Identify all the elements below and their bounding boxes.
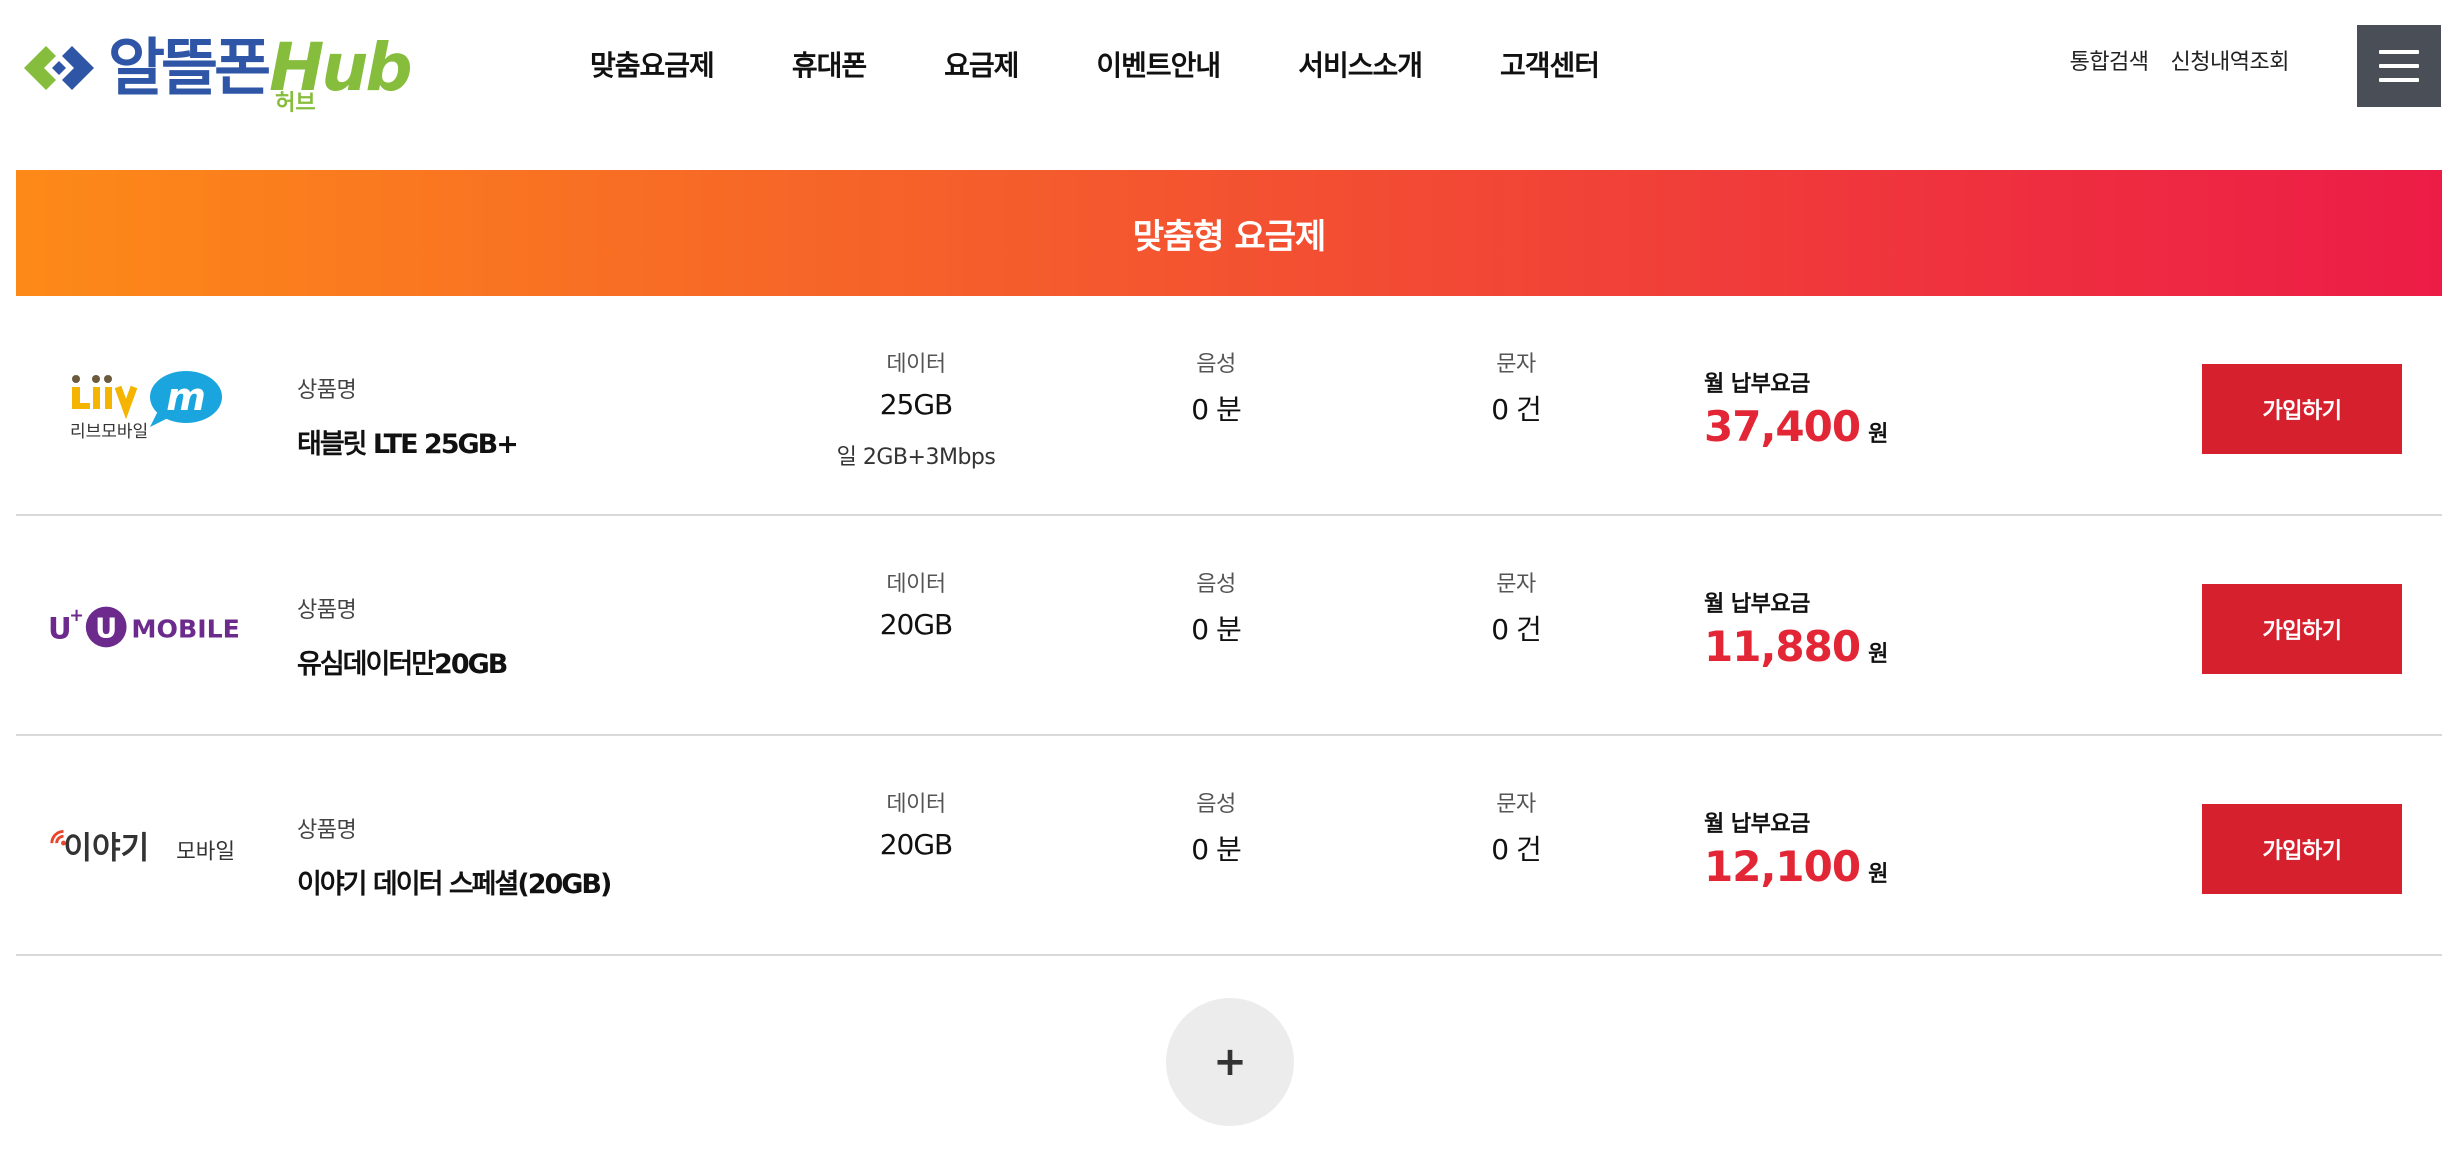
price-label: 월 납부요금 [1704,812,1810,837]
carrier-logo-umobile: U + U MOBILE [46,586,246,666]
logo-sub-text: 허브 [275,91,316,116]
price-value: 37,400 원 [1704,402,1888,451]
hamburger-icon [2379,50,2419,54]
main-nav: 맞춤요금제 휴대폰 요금제 이벤트안내 서비스소개 고객센터 [590,44,1600,84]
hamburger-icon [2379,64,2419,68]
voice-spec: 음성 0 분 [1116,566,1316,648]
svg-text:모바일: 모바일 [176,840,235,865]
plan-row: m 리브모바일 상품명 태블릿 LTE 25GB+ 데이터 25GB 일 2GB… [16,296,2442,516]
voice-spec: 음성 0 분 [1116,786,1316,868]
carrier-logo-liivm: m 리브모바일 [46,366,246,446]
umobile-logo-icon: U + U MOBILE [48,606,240,648]
svg-text:리브모바일: 리브모바일 [70,422,148,441]
product-name[interactable]: 유심데이터만20GB [297,642,508,681]
svg-text:m: m [166,375,206,419]
price-label: 월 납부요금 [1704,372,1810,397]
voice-spec: 음성 0 분 [1116,346,1316,428]
product-label: 상품명 [297,818,357,843]
svg-text:MOBILE: MOBILE [131,615,240,644]
price-label: 월 납부요금 [1704,592,1810,617]
product-name[interactable]: 이야기 데이터 스페셜(20GB) [297,862,612,901]
svg-text:U: U [48,612,72,646]
price-unit: 원 [1868,422,1889,447]
voice-value: 0 분 [1191,833,1241,866]
product-name[interactable]: 태블릿 LTE 25GB+ [297,422,519,461]
sms-spec: 문자 0 건 [1416,786,1616,868]
application-history-link[interactable]: 신청내역조회 [2171,44,2290,76]
data-spec: 데이터 20GB [816,566,1016,641]
product-info: 상품명 이야기 데이터 스페셜(20GB) [297,812,612,901]
price-value: 11,880 원 [1704,622,1888,671]
price-amount: 37,400 [1704,402,1861,451]
iyagi-logo-icon: 이야기 모바일 [50,829,235,867]
sms-label: 문자 [1496,792,1536,817]
carrier-logo-iyagi: 이야기 모바일 [46,806,246,886]
price-amount: 12,100 [1704,842,1861,891]
logo-hub: Hub 허브 [269,35,412,115]
data-spec: 데이터 25GB 일 2GB+3Mbps [816,346,1016,471]
product-label: 상품명 [297,598,357,623]
banner-title: 맞춤형 요금제 [1132,216,1327,257]
join-button[interactable]: 가입하기 [2202,804,2402,894]
voice-label: 음성 [1196,572,1236,597]
section-banner: 맞춤형 요금제 [16,170,2442,296]
utility-links: 통합검색 신청내역조회 [2070,44,2290,76]
nav-item-custom-plan[interactable]: 맞춤요금제 [590,44,715,84]
product-label: 상품명 [297,378,357,403]
data-label: 데이터 [886,352,946,377]
data-value: 25GB [879,388,954,421]
sms-value: 0 건 [1491,613,1541,646]
product-info: 상품명 유심데이터만20GB [297,592,508,681]
data-spec: 데이터 20GB [816,786,1016,861]
nav-item-services[interactable]: 서비스소개 [1298,44,1423,84]
data-value: 20GB [879,828,954,861]
data-value: 20GB [879,608,954,641]
plan-row: U + U MOBILE 상품명 유심데이터만20GB 데이터 20GB 음성 … [16,516,2442,736]
nav-item-phones[interactable]: 휴대폰 [792,44,867,84]
site-header: 알뜰폰 Hub 허브 맞춤요금제 휴대폰 요금제 이벤트안내 서비스소개 고객센… [0,0,2459,130]
join-button[interactable]: 가입하기 [2202,364,2402,454]
sms-label: 문자 [1496,572,1536,597]
nav-item-events[interactable]: 이벤트안내 [1096,44,1221,84]
price-value: 12,100 원 [1704,842,1888,891]
product-info: 상품명 태블릿 LTE 25GB+ [297,372,519,461]
voice-label: 음성 [1196,352,1236,377]
liivm-logo-icon: m 리브모바일 [70,371,222,441]
join-button[interactable]: 가입하기 [2202,584,2402,674]
svg-text:U: U [95,614,117,645]
monthly-price: 월 납부요금 11,880 원 [1704,586,1888,671]
plan-row: 이야기 모바일 상품명 이야기 데이터 스페셜(20GB) 데이터 20GB 음… [16,736,2442,956]
data-label: 데이터 [886,792,946,817]
monthly-price: 월 납부요금 12,100 원 [1704,806,1888,891]
price-unit: 원 [1868,642,1889,667]
svg-text:이야기: 이야기 [63,831,149,867]
sms-spec: 문자 0 건 [1416,566,1616,648]
price-unit: 원 [1868,862,1889,887]
logo-text: 알뜰폰 [108,31,271,104]
data-label: 데이터 [886,572,946,597]
hamburger-menu-button[interactable] [2357,25,2441,107]
integrated-search-link[interactable]: 통합검색 [2070,44,2149,76]
data-extra: 일 2GB+3Mbps [836,445,996,470]
monthly-price: 월 납부요금 37,400 원 [1704,366,1888,451]
plan-list: m 리브모바일 상품명 태블릿 LTE 25GB+ 데이터 25GB 일 2GB… [16,296,2442,956]
sms-spec: 문자 0 건 [1416,346,1616,428]
voice-value: 0 분 [1191,393,1241,426]
price-amount: 11,880 [1704,622,1861,671]
nav-item-plans[interactable]: 요금제 [944,44,1019,84]
hamburger-icon [2379,78,2419,82]
sms-value: 0 건 [1491,393,1541,426]
logo-mark-icon [24,46,94,90]
voice-label: 음성 [1196,792,1236,817]
load-more-button[interactable]: + [1166,998,1294,1126]
sms-value: 0 건 [1491,833,1541,866]
voice-value: 0 분 [1191,613,1241,646]
sms-label: 문자 [1496,352,1536,377]
svg-text:+: + [69,606,84,626]
plus-icon: + [1213,1039,1247,1085]
site-logo[interactable]: 알뜰폰 Hub 허브 [14,22,434,115]
nav-item-support[interactable]: 고객센터 [1500,44,1600,84]
